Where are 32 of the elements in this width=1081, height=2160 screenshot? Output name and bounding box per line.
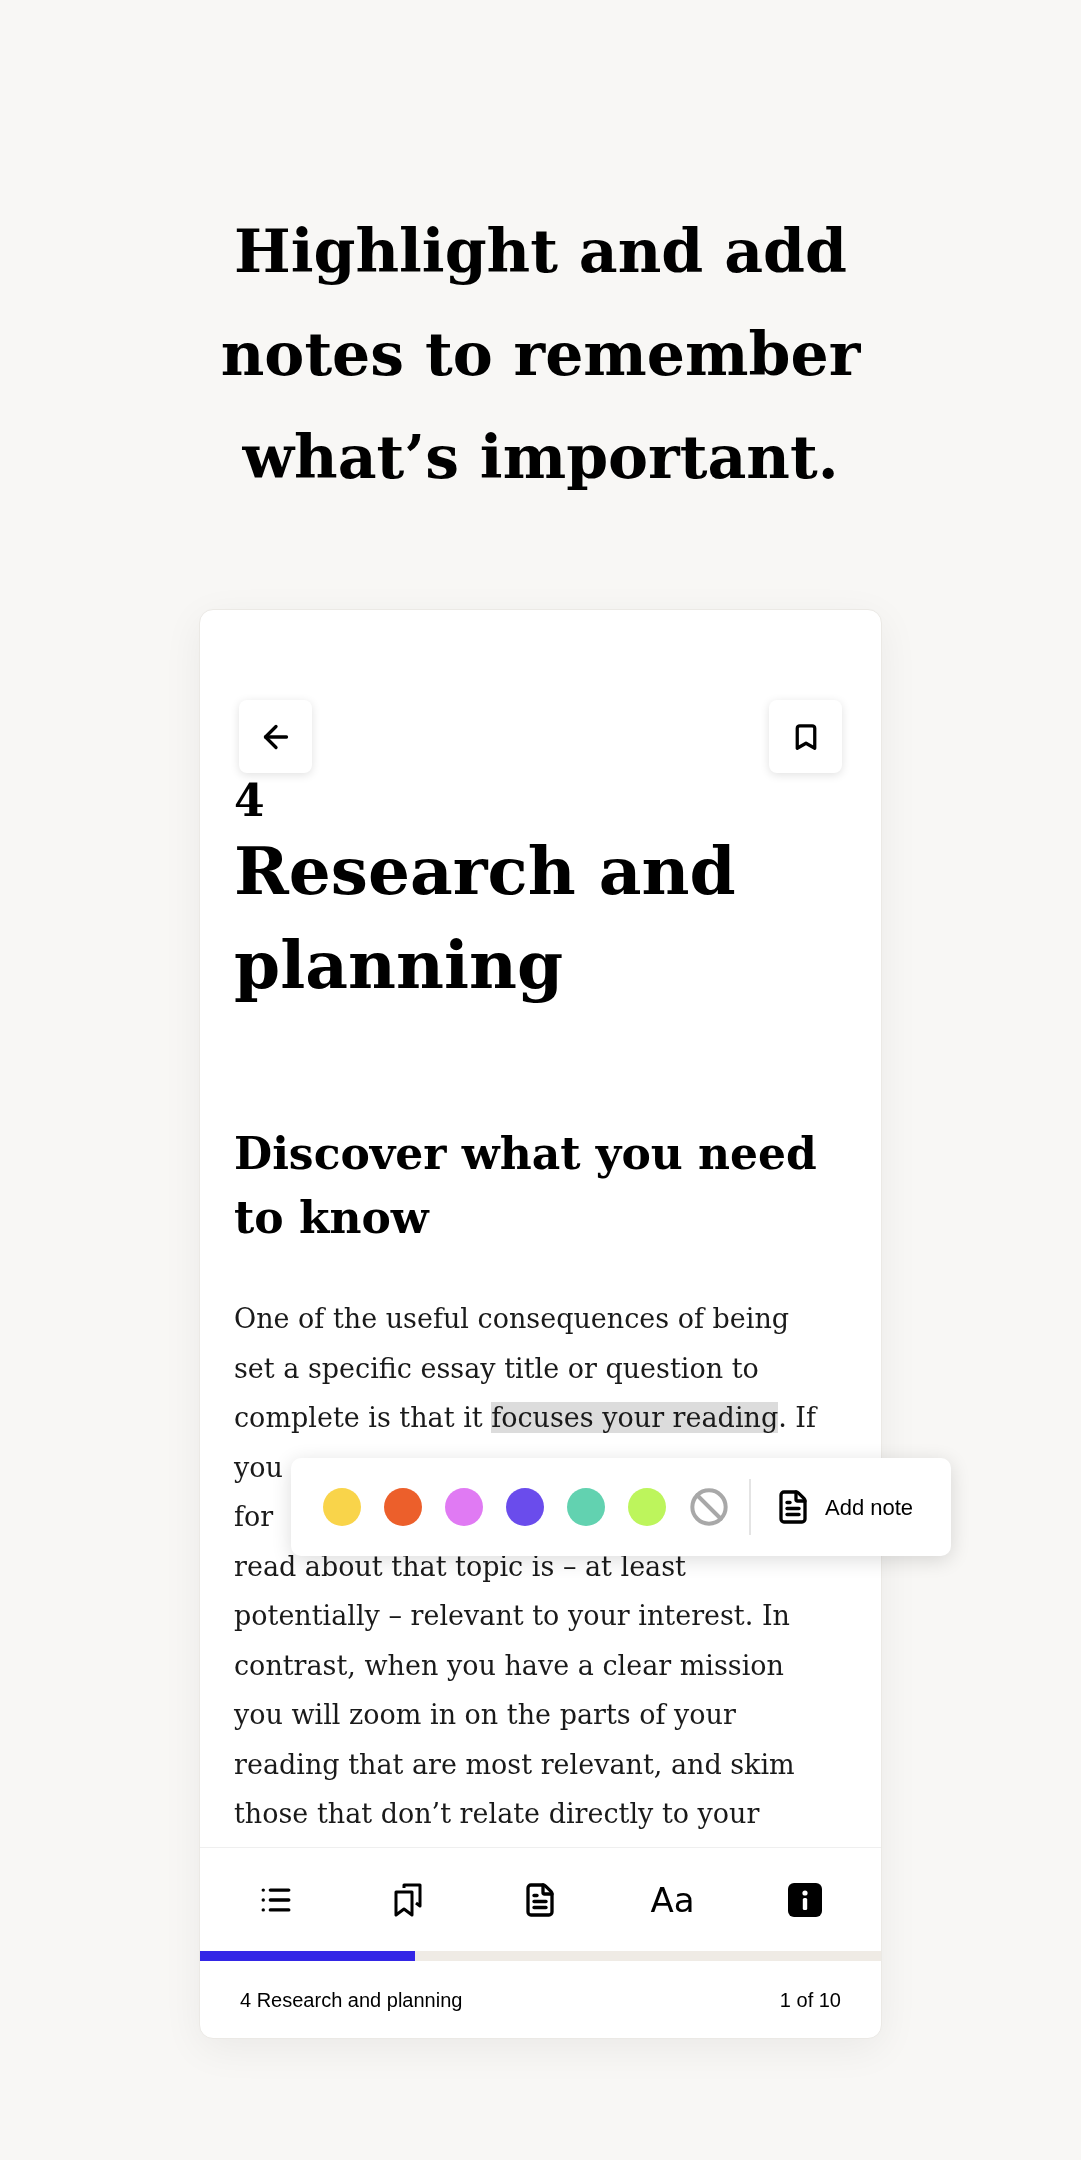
headline: Highlight and add	[234, 215, 847, 288]
body-text-line: for	[234, 1500, 274, 1534]
body-text-line: you will zoom in on the parts of your	[234, 1698, 736, 1732]
body-text-line: complete is that it focuses your reading. If	[234, 1401, 817, 1435]
body-text-line: One of the useful consequences of being	[234, 1302, 790, 1336]
section-heading: Discover what you need to know	[234, 1127, 818, 1245]
add-note-button[interactable]: Add note	[775, 1489, 914, 1525]
no-color-icon	[689, 1487, 729, 1527]
body-text-line: set a specific essay title or question to	[234, 1351, 759, 1386]
page-count: 1 of 10	[779, 1987, 841, 2013]
headline: what’s important.	[242, 421, 839, 494]
chapter-title: Research and planning	[234, 831, 737, 1006]
chapter-location: 4 Research and planning	[240, 1987, 463, 2013]
bookmark-button[interactable]	[769, 700, 842, 773]
body-text-line: contrast, when you have a clear mission	[234, 1648, 784, 1683]
color-swatch[interactable]	[323, 1488, 361, 1526]
color-swatch[interactable]	[445, 1488, 483, 1526]
body-text-line: potentially – relevant to your interest. In	[234, 1599, 790, 1633]
body-text-line: those that don’t relate directly to your	[234, 1797, 760, 1831]
text-settings-button[interactable]: Aa	[650, 1882, 695, 1917]
back-button[interactable]	[239, 700, 312, 773]
color-swatch[interactable]	[567, 1488, 605, 1526]
color-swatch[interactable]	[628, 1488, 666, 1526]
color-swatch[interactable]	[506, 1488, 544, 1526]
headline: notes to remember	[220, 318, 861, 391]
body-text-line: reading that are most relevant, and skim	[234, 1747, 795, 1782]
body-text-line: you	[234, 1450, 283, 1485]
bookmarks-icon[interactable]	[392, 1881, 425, 1918]
body-text-line: read about that topic is – at least	[234, 1549, 686, 1584]
chapter-number: 4	[234, 778, 265, 824]
info-icon[interactable]	[787, 1882, 822, 1917]
color-swatch[interactable]	[384, 1488, 422, 1526]
